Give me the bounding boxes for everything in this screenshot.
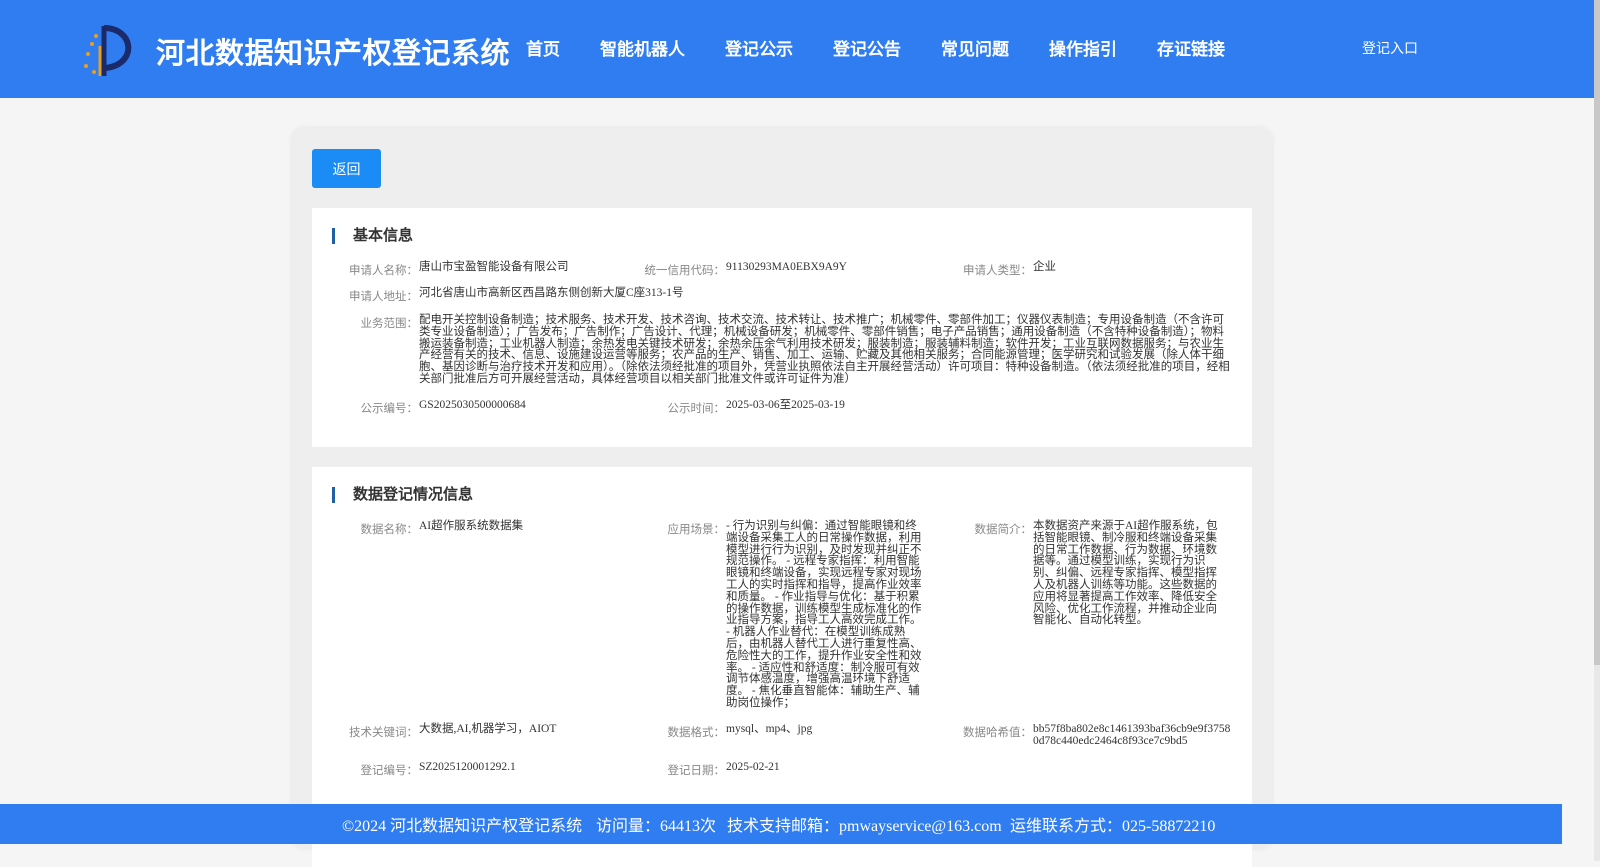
scenario-value: - 行为识别与纠偏：通过智能眼镜和终端设备采集工人的日常操作数据，利用模型进行行…: [726, 520, 922, 709]
nav-robot[interactable]: 智能机器人: [600, 35, 685, 60]
hash-label: 数据哈希值：: [963, 727, 1032, 739]
intro-label: 数据简介：: [974, 524, 1033, 536]
intro-value: 本数据资产来源于AI超作服系统，包括智能眼镜、制冷服和终端设备采集的日常工作数据…: [1033, 520, 1218, 627]
notice-time-value: 2025-03-06至2025-03-19: [726, 399, 845, 411]
format-label: 数据格式：: [667, 727, 726, 739]
notice-no-label: 公示编号：: [360, 403, 419, 415]
footer-visits: 访问量：64413次: [596, 818, 717, 835]
address-value: 河北省唐山市高新区西昌路东侧创新大厦C座313-1号: [419, 287, 684, 299]
nav-publicity[interactable]: 登记公示: [725, 35, 793, 60]
nav-faq[interactable]: 常见问题: [941, 35, 1009, 60]
basic-info-section: 基本信息 申请人名称： 唐山市宝盈智能设备有限公司 统一信用代码： 911302…: [312, 208, 1252, 447]
reg-date-value: 2025-02-21: [726, 761, 780, 773]
nav-evidence-link[interactable]: 存证链接: [1157, 35, 1225, 60]
data-name-label: 数据名称：: [360, 524, 419, 536]
scenario-label: 应用场景：: [667, 524, 726, 536]
format-value: mysql、mp4、jpg: [726, 723, 813, 735]
notice-no-value: GS2025030500000684: [419, 399, 526, 411]
detail-card: 返回 基本信息 申请人名称： 唐山市宝盈智能设备有限公司 统一信用代码： 911…: [292, 128, 1272, 867]
nav-announcement[interactable]: 登记公告: [833, 35, 901, 60]
footer-support-email: 技术支持邮箱：pmwayservice@163.com: [727, 818, 1002, 835]
footer-contact: 运维联系方式：025-58872210: [1010, 818, 1216, 835]
reg-no-label: 登记编号：: [360, 765, 419, 777]
keywords-label: 技术关键词：: [349, 727, 418, 739]
footer: ©2024 河北数据知识产权登记系统 访问量：64413次 技术支持邮箱：pmw…: [0, 804, 1562, 844]
login-link[interactable]: 登记入口: [1362, 38, 1418, 58]
back-button[interactable]: 返回: [312, 149, 381, 188]
nav-guide[interactable]: 操作指引: [1049, 35, 1117, 60]
logo-icon: [84, 25, 132, 76]
main-nav: 首页 智能机器人 登记公示 登记公告 常见问题 操作指引 存证链接: [526, 35, 1265, 60]
data-name-value: AI超作服系统数据集: [419, 520, 524, 532]
keywords-value: 大数据,AI,机器学习，AIOT: [419, 723, 557, 735]
scrollbar[interactable]: [1594, 0, 1600, 861]
credit-code-value: 91130293MA0EBX9A9Y: [726, 261, 847, 273]
reg-no-value: SZ2025120001292.1: [419, 761, 516, 773]
scope-label: 业务范围：: [360, 318, 419, 330]
scrollbar-thumb[interactable]: [1594, 0, 1600, 665]
notice-time-label: 公示时间：: [667, 403, 726, 415]
applicant-type-value: 企业: [1033, 261, 1056, 273]
section-title: 数据登记情况信息: [332, 487, 473, 503]
scope-value: 配电开关控制设备制造；技术服务、技术开发、技术咨询、技术交流、技术转让、技术推广…: [419, 314, 1230, 385]
hash-value: bb57f8ba802e8c1461393baf36cb9e9f37580d78…: [1033, 723, 1231, 747]
applicant-type-label: 申请人类型：: [963, 265, 1032, 277]
reg-date-label: 登记日期：: [667, 765, 726, 777]
nav-home[interactable]: 首页: [526, 35, 560, 60]
top-header: 河北数据知识产权登记系统 首页 智能机器人 登记公示 登记公告 常见问题 操作指…: [0, 0, 1594, 98]
address-label: 申请人地址：: [349, 291, 418, 303]
applicant-name-label: 申请人名称：: [349, 265, 418, 277]
footer-copyright: ©2024 河北数据知识产权登记系统: [342, 818, 583, 835]
applicant-name-value: 唐山市宝盈智能设备有限公司: [419, 261, 569, 273]
site-title: 河北数据知识产权登记系统: [156, 36, 511, 70]
credit-code-label: 统一信用代码：: [644, 265, 726, 277]
section-title: 基本信息: [332, 228, 413, 244]
